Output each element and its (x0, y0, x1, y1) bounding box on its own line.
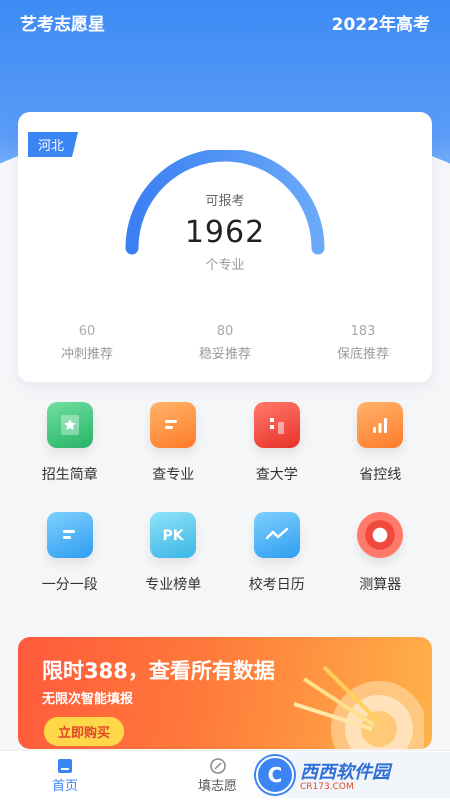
tab-home[interactable]: 首页 (52, 757, 78, 794)
grid-label: 专业榜单 (145, 577, 202, 593)
tab-fill-application[interactable]: 填志愿 (198, 757, 237, 794)
province-tag[interactable]: 河北 (28, 132, 79, 157)
pk-icon: PK (150, 512, 197, 558)
grid-item-search-university[interactable]: 查大学 (225, 402, 329, 484)
grid-label: 查专业 (152, 467, 195, 483)
stat-steady[interactable]: 80 稳妥推荐 (170, 324, 280, 362)
grid-item-calculator[interactable]: 测算器 (329, 512, 433, 594)
gauge-label: 可报考 (205, 194, 245, 209)
app-title: 艺考志愿星 (20, 15, 105, 35)
stat-value: 80 (216, 324, 234, 339)
gauge-value: 1962 (184, 215, 266, 250)
grid-item-major-ranking[interactable]: PK 专业榜单 (122, 512, 226, 594)
target-icon (357, 512, 404, 558)
archery-target-icon (293, 665, 424, 749)
feature-grid: 招生简章 查专业 查大学 省控线 一分一段 PK 专业榜单 校考日历 测算器 (18, 402, 432, 594)
book-star-icon (46, 402, 93, 448)
grid-label: 省控线 (359, 467, 402, 483)
top-bar: 艺考志愿星 2022年高考 (20, 10, 430, 35)
grid-item-admission-guide[interactable]: 招生简章 (18, 402, 122, 484)
watermark-title: 西西软件园 (300, 762, 390, 783)
score-card[interactable]: 河北 可报考 1962 个专业 60 冲刺推荐 80 稳妥推荐 183 保底推荐 (18, 112, 432, 382)
promo-banner[interactable]: 限时388，查看所有数据 无限次智能填报 立即购买 (18, 637, 432, 749)
grid-label: 查大学 (255, 467, 298, 483)
grid-label: 一分一段 (41, 577, 98, 593)
site-watermark: C 西西软件园 CR173.COM (240, 752, 450, 798)
document-icon (46, 512, 93, 558)
tab-label: 填志愿 (198, 779, 238, 794)
stat-label: 保底推荐 (336, 347, 389, 362)
compass-icon (209, 758, 226, 774)
stat-label: 冲刺推荐 (60, 347, 113, 362)
grid-item-score-rank[interactable]: 一分一段 (18, 512, 122, 594)
grid-label: 招生简章 (41, 467, 98, 483)
folder-icon (150, 402, 197, 448)
buy-now-button[interactable]: 立即购买 (44, 717, 125, 746)
grid-item-search-major[interactable]: 查专业 (122, 402, 226, 484)
grid-item-exam-calendar[interactable]: 校考日历 (225, 512, 329, 594)
stat-value: 183 (350, 324, 376, 339)
calendar-icon (253, 512, 300, 558)
watermark-logo: C (256, 756, 294, 794)
svg-text:PK: PK (163, 528, 185, 544)
gauge-readout: 可报考 1962 个专业 (18, 190, 432, 273)
recommend-stats: 60 冲刺推荐 80 稳妥推荐 183 保底推荐 (18, 324, 432, 362)
banner-subtitle: 无限次智能填报 (42, 692, 134, 707)
stat-sprint[interactable]: 60 冲刺推荐 (32, 324, 142, 362)
tab-label: 首页 (52, 779, 79, 794)
gauge-unit: 个专业 (205, 258, 245, 273)
stat-value: 60 (78, 324, 96, 339)
stat-label: 稳妥推荐 (198, 347, 251, 362)
home-icon (58, 759, 72, 773)
exam-year[interactable]: 2022年高考 (332, 10, 430, 35)
grid-label: 测算器 (359, 577, 402, 593)
building-icon (253, 402, 300, 448)
bar-chart-icon (357, 402, 404, 448)
grid-label: 校考日历 (248, 577, 305, 593)
stat-safe[interactable]: 183 保底推荐 (308, 324, 418, 362)
grid-item-control-line[interactable]: 省控线 (329, 402, 433, 484)
banner-title: 限时388，查看所有数据 (42, 659, 275, 683)
